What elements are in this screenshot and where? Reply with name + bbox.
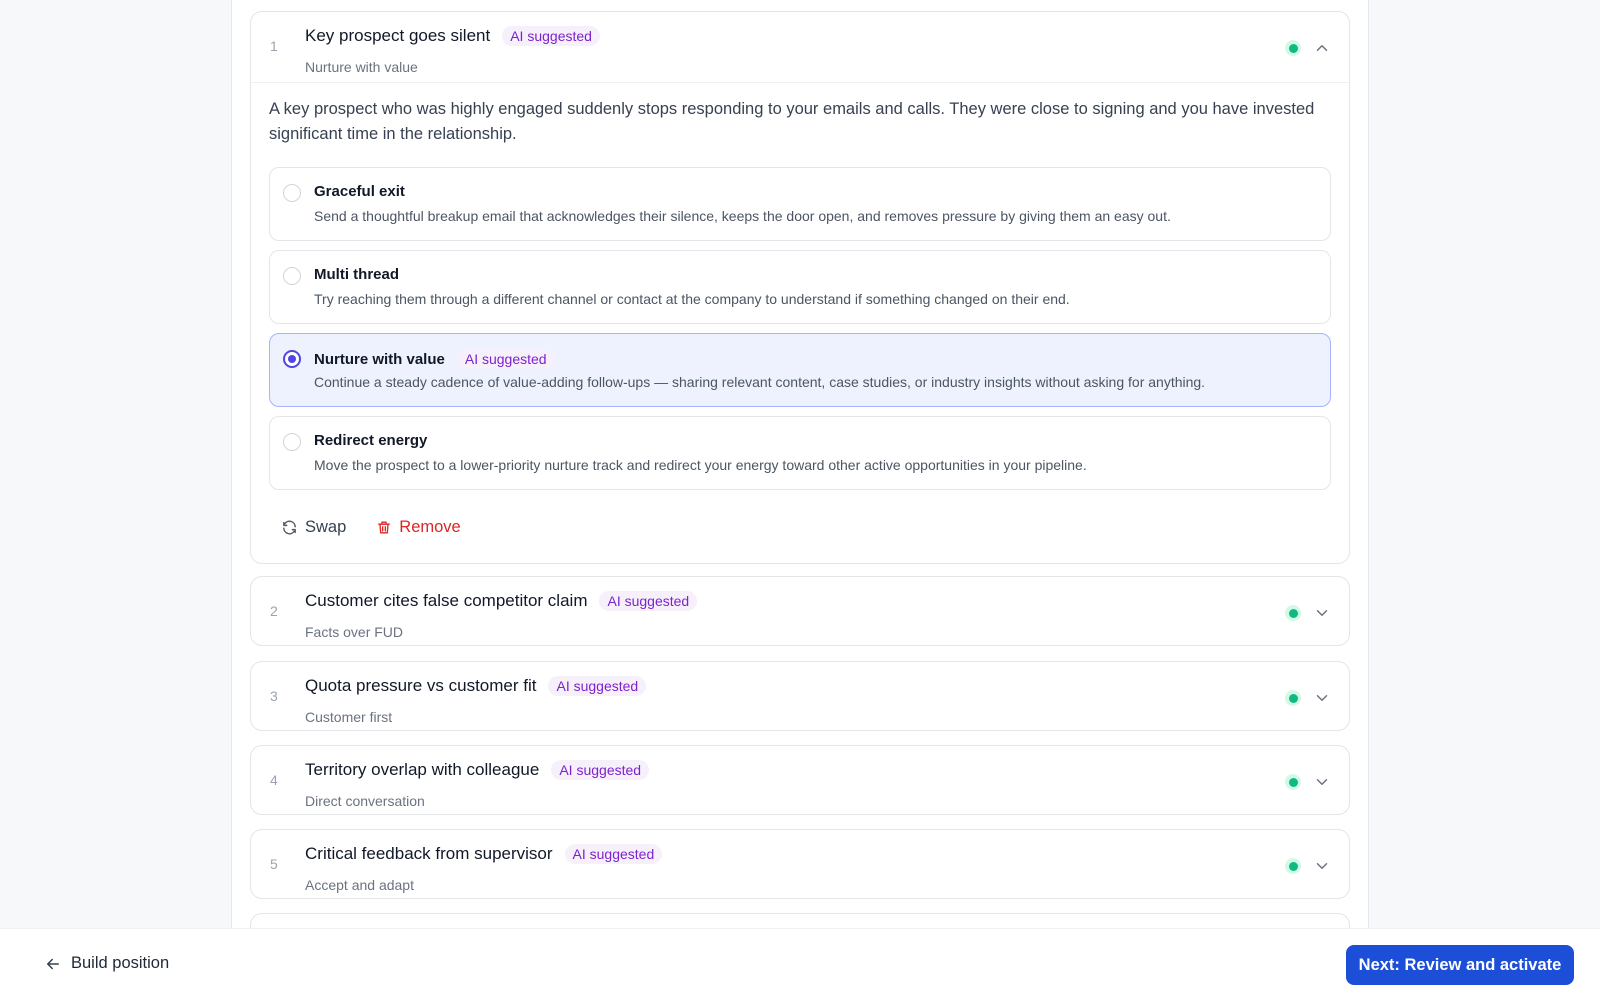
ai-suggested-badge: AI suggested	[502, 26, 600, 46]
scenario-card-1: 1 Key prospect goes silent AI suggested …	[250, 11, 1350, 564]
scenario-subtitle: Direct conversation	[305, 793, 425, 809]
radio-button-selected[interactable]	[283, 350, 301, 368]
scenario-title: Key prospect goes silent	[305, 26, 491, 45]
scenario-number: 1	[270, 38, 278, 54]
scenario-card-2[interactable]: 2 Customer cites false competitor claim …	[250, 576, 1350, 646]
radio-button[interactable]	[283, 184, 301, 202]
scenario-card-3[interactable]: 3 Quota pressure vs customer fit AI sugg…	[250, 661, 1350, 731]
option-description: Send a thoughtful breakup email that ack…	[314, 208, 1171, 224]
chevron-down-icon[interactable]	[1313, 857, 1331, 875]
option-multi-thread[interactable]: Multi thread Try reaching them through a…	[269, 250, 1331, 324]
trash-icon	[378, 521, 391, 533]
next-review-activate-button[interactable]: Next: Review and activate	[1346, 945, 1574, 985]
option-description: Continue a steady cadence of value-addin…	[314, 374, 1206, 390]
ai-suggested-badge: AI suggested	[564, 844, 663, 864]
scenario-number: 3	[270, 688, 278, 704]
scenario-subtitle: Customer first	[305, 709, 393, 725]
scenario-title: Territory overlap with colleague	[305, 760, 540, 779]
back-button[interactable]: Build position	[44, 954, 169, 973]
option-title: Nurture with value	[314, 350, 445, 368]
remove-button[interactable]: Remove	[376, 517, 461, 537]
scenario-subtitle: Facts over FUD	[305, 624, 404, 640]
refresh-icon	[283, 520, 296, 534]
scenario-description: A key prospect who was highly engaged su…	[269, 100, 1315, 143]
scenario-number: 2	[270, 603, 278, 619]
option-description: Move the prospect to a lower-priority nu…	[314, 457, 1087, 473]
status-indicator-icon	[1285, 605, 1301, 621]
ai-suggested-badge: AI suggested	[599, 591, 698, 611]
option-title: Redirect energy	[314, 432, 428, 449]
arrow-left-icon	[47, 958, 59, 969]
ai-suggested-badge: AI suggested	[456, 349, 555, 369]
option-nurture-with-value[interactable]: Nurture with value AI suggested Continue…	[269, 333, 1331, 407]
radio-button[interactable]	[283, 267, 301, 285]
swap-label: Swap	[305, 517, 347, 536]
scenario-title: Customer cites false competitor claim	[305, 591, 588, 610]
radio-button[interactable]	[283, 433, 301, 451]
option-description: Try reaching them through a different ch…	[314, 291, 1070, 307]
scenario-card-4[interactable]: 4 Territory overlap with colleague AI su…	[250, 745, 1350, 815]
chevron-up-icon[interactable]	[1313, 39, 1331, 57]
chevron-down-icon[interactable]	[1313, 773, 1331, 791]
scenario-subtitle: Accept and adapt	[305, 877, 414, 893]
chevron-down-icon[interactable]	[1313, 604, 1331, 622]
scenario-number: 4	[270, 772, 278, 788]
scenario-subtitle: Nurture with value	[305, 59, 418, 75]
scenario-header-1[interactable]: 1 Key prospect goes silent AI suggested …	[251, 12, 1349, 82]
back-label: Build position	[71, 954, 170, 972]
status-indicator-icon	[1285, 774, 1301, 790]
scenario-actions: Swap Remove	[269, 490, 1331, 564]
swap-button[interactable]: Swap	[281, 518, 346, 537]
remove-label: Remove	[399, 517, 461, 536]
footer-bar: Build position Next: Review and activate	[0, 928, 1600, 1000]
scenario-title: Quota pressure vs customer fit	[305, 676, 537, 695]
ai-suggested-badge: AI suggested	[548, 676, 647, 696]
scenario-title: Critical feedback from supervisor	[305, 844, 553, 863]
status-indicator-icon	[1285, 40, 1301, 56]
scenario-number: 5	[270, 856, 278, 872]
status-indicator-icon	[1285, 858, 1301, 874]
option-graceful-exit[interactable]: Graceful exit Send a thoughtful breakup …	[269, 167, 1331, 241]
status-indicator-icon	[1285, 690, 1301, 706]
option-title: Graceful exit	[314, 183, 405, 200]
option-title: Multi thread	[314, 266, 399, 283]
scenario-card-5[interactable]: 5 Critical feedback from supervisor AI s…	[250, 829, 1350, 899]
ai-suggested-badge: AI suggested	[551, 760, 650, 780]
option-redirect-energy[interactable]: Redirect energy Move the prospect to a l…	[269, 416, 1331, 490]
chevron-down-icon[interactable]	[1313, 689, 1331, 707]
